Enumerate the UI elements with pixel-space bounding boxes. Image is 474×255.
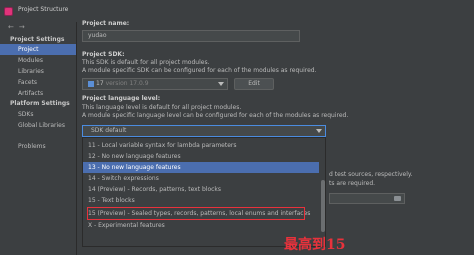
compiler-output-field[interactable] xyxy=(329,193,405,204)
sidebar-item-project[interactable]: Project xyxy=(0,44,76,55)
language-option-13[interactable]: 13 - No new language features xyxy=(83,162,319,173)
app-icon xyxy=(4,7,13,16)
sdk-description-1: This SDK is default for all project modu… xyxy=(82,59,210,66)
language-option-11[interactable]: 11 - Local variable syntax for lambda pa… xyxy=(88,140,318,151)
sdk-name: 17 xyxy=(96,80,104,87)
folder-sdk-icon xyxy=(88,81,94,87)
scrollbar-thumb[interactable] xyxy=(321,180,325,232)
sidebar-item-sdks[interactable]: SDKs xyxy=(0,109,76,120)
project-name-field[interactable]: yudao xyxy=(82,30,300,42)
forward-arrow-icon[interactable]: → xyxy=(19,23,25,31)
language-option-x[interactable]: X - Experimental features xyxy=(88,220,318,231)
edit-sdk-button[interactable]: Edit xyxy=(234,78,274,90)
project-name-label: Project name: xyxy=(82,20,130,27)
folder-icon[interactable] xyxy=(394,196,401,201)
sidebar-item-modules[interactable]: Modules xyxy=(0,55,76,66)
sdk-version: version 17.0.9 xyxy=(105,80,149,87)
language-option-15-preview[interactable]: 15 (Preview) - Sealed types, records, pa… xyxy=(87,207,310,220)
nav-arrows: ← → xyxy=(8,23,30,33)
language-option-14-preview[interactable]: 14 (Preview) - Records, patterns, text b… xyxy=(88,184,318,195)
sidebar: ← → Project Settings Project Modules Libr… xyxy=(0,22,77,255)
sidebar-item-facets[interactable]: Facets xyxy=(0,77,76,88)
language-description-1: This language level is default for all p… xyxy=(82,104,242,111)
platform-settings-heading: Platform Settings xyxy=(10,100,70,107)
language-option-14[interactable]: 14 - Switch expressions xyxy=(88,173,318,184)
project-sdk-label: Project SDK: xyxy=(82,51,125,58)
project-sdk-dropdown[interactable]: 17 version 17.0.9 xyxy=(82,78,228,90)
window-title: Project Structure xyxy=(18,6,69,13)
chevron-down-icon xyxy=(316,129,322,133)
popup-scrollbar[interactable] xyxy=(321,140,325,244)
annotation-text: 最高到15 xyxy=(284,237,346,253)
language-option-15[interactable]: 15 - Text blocks xyxy=(88,195,318,206)
language-level-popup: 11 - Local variable syntax for lambda pa… xyxy=(82,137,326,247)
sidebar-item-libraries[interactable]: Libraries xyxy=(0,66,76,77)
sidebar-item-global-libraries[interactable]: Global Libraries xyxy=(0,120,76,131)
project-settings-heading: Project Settings xyxy=(10,36,65,43)
sdk-selected: 17 version 17.0.9 xyxy=(96,79,149,89)
sidebar-item-artifacts[interactable]: Artifacts xyxy=(0,88,76,99)
obscured-description-2: ts are required. xyxy=(329,180,376,187)
language-description-2: A module specific language level can be … xyxy=(82,112,349,119)
language-option-12[interactable]: 12 - No new language features xyxy=(88,151,318,162)
title-bar: Project Structure xyxy=(0,0,474,22)
chevron-down-icon xyxy=(218,82,224,86)
language-level-label: Project language level: xyxy=(82,95,161,102)
sidebar-item-problems[interactable]: Problems xyxy=(0,141,76,152)
obscured-description-1: d test sources, respectively. xyxy=(329,171,413,178)
project-settings-panel: Project name: yudao Project SDK: This SD… xyxy=(78,20,474,255)
sdk-description-2: A module specific SDK can be configured … xyxy=(82,67,317,74)
language-level-selected: SDK default xyxy=(91,127,127,134)
back-arrow-icon[interactable]: ← xyxy=(8,23,14,31)
language-level-dropdown[interactable]: SDK default xyxy=(82,125,326,137)
